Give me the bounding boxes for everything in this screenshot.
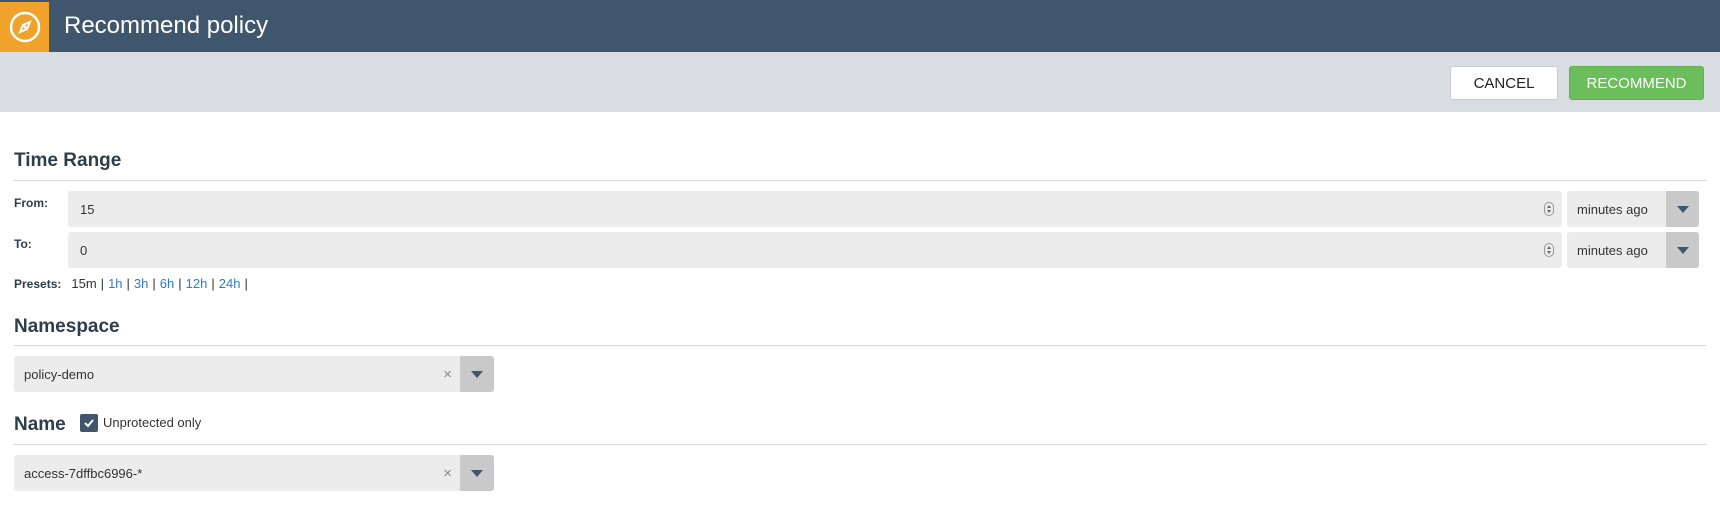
name-heading: Name <box>14 414 66 435</box>
to-label: To: <box>14 237 32 251</box>
name-value: access-7dffbc6996-* <box>24 465 143 481</box>
preset-1h[interactable]: 1h <box>108 276 122 291</box>
from-value: 15 <box>80 201 95 217</box>
from-spinner[interactable] <box>1544 202 1554 216</box>
divider <box>14 180 1706 181</box>
clear-icon[interactable]: × <box>443 366 452 383</box>
from-label: From: <box>14 196 48 210</box>
clear-icon[interactable]: × <box>443 465 452 482</box>
preset-6h[interactable]: 6h <box>160 276 174 291</box>
divider <box>14 444 1706 445</box>
cancel-button[interactable]: CANCEL <box>1450 66 1558 100</box>
to-input[interactable]: 0 <box>68 232 1562 268</box>
chevron-down-icon <box>1676 246 1689 254</box>
action-toolbar: CANCEL RECOMMEND <box>0 52 1720 112</box>
preset-3h[interactable]: 3h <box>134 276 148 291</box>
chevron-down-icon <box>471 469 483 477</box>
name-select[interactable]: access-7dffbc6996-* × <box>14 455 494 491</box>
namespace-heading: Namespace <box>14 316 120 337</box>
from-unit-value: minutes ago <box>1577 201 1648 217</box>
to-unit-value: minutes ago <box>1577 242 1648 258</box>
to-unit-dropdown-button[interactable] <box>1666 232 1699 268</box>
namespace-select[interactable]: policy-demo × <box>14 356 494 392</box>
app-header: Recommend policy <box>0 0 1720 52</box>
to-spinner[interactable] <box>1544 243 1554 257</box>
presets-row: Presets: 15m | 1h | 3h | 6h | 12h | 24h | <box>14 276 248 291</box>
preset-12h[interactable]: 12h <box>186 276 208 291</box>
checkmark-icon <box>84 419 94 428</box>
chevron-down-icon <box>471 370 483 378</box>
from-unit-select[interactable]: minutes ago <box>1567 191 1699 227</box>
from-input[interactable]: 15 <box>68 191 1562 227</box>
presets-label: Presets: <box>14 276 62 291</box>
unprotected-only-label[interactable]: Unprotected only <box>103 415 201 430</box>
recommend-button[interactable]: RECOMMEND <box>1569 66 1704 100</box>
unprotected-only-checkbox[interactable] <box>80 414 98 432</box>
preset-15m[interactable]: 15m <box>71 276 96 291</box>
from-unit-dropdown-button[interactable] <box>1666 191 1699 227</box>
chevron-down-icon <box>1676 205 1689 213</box>
namespace-value: policy-demo <box>24 366 95 382</box>
name-dropdown-button[interactable] <box>460 455 494 491</box>
time-range-heading: Time Range <box>14 150 122 171</box>
divider <box>14 345 1706 346</box>
compass-icon <box>0 2 49 52</box>
namespace-dropdown-button[interactable] <box>460 356 494 392</box>
to-value: 0 <box>80 242 88 258</box>
preset-24h[interactable]: 24h <box>219 276 241 291</box>
to-unit-select[interactable]: minutes ago <box>1567 232 1699 268</box>
page-title: Recommend policy <box>64 12 269 39</box>
